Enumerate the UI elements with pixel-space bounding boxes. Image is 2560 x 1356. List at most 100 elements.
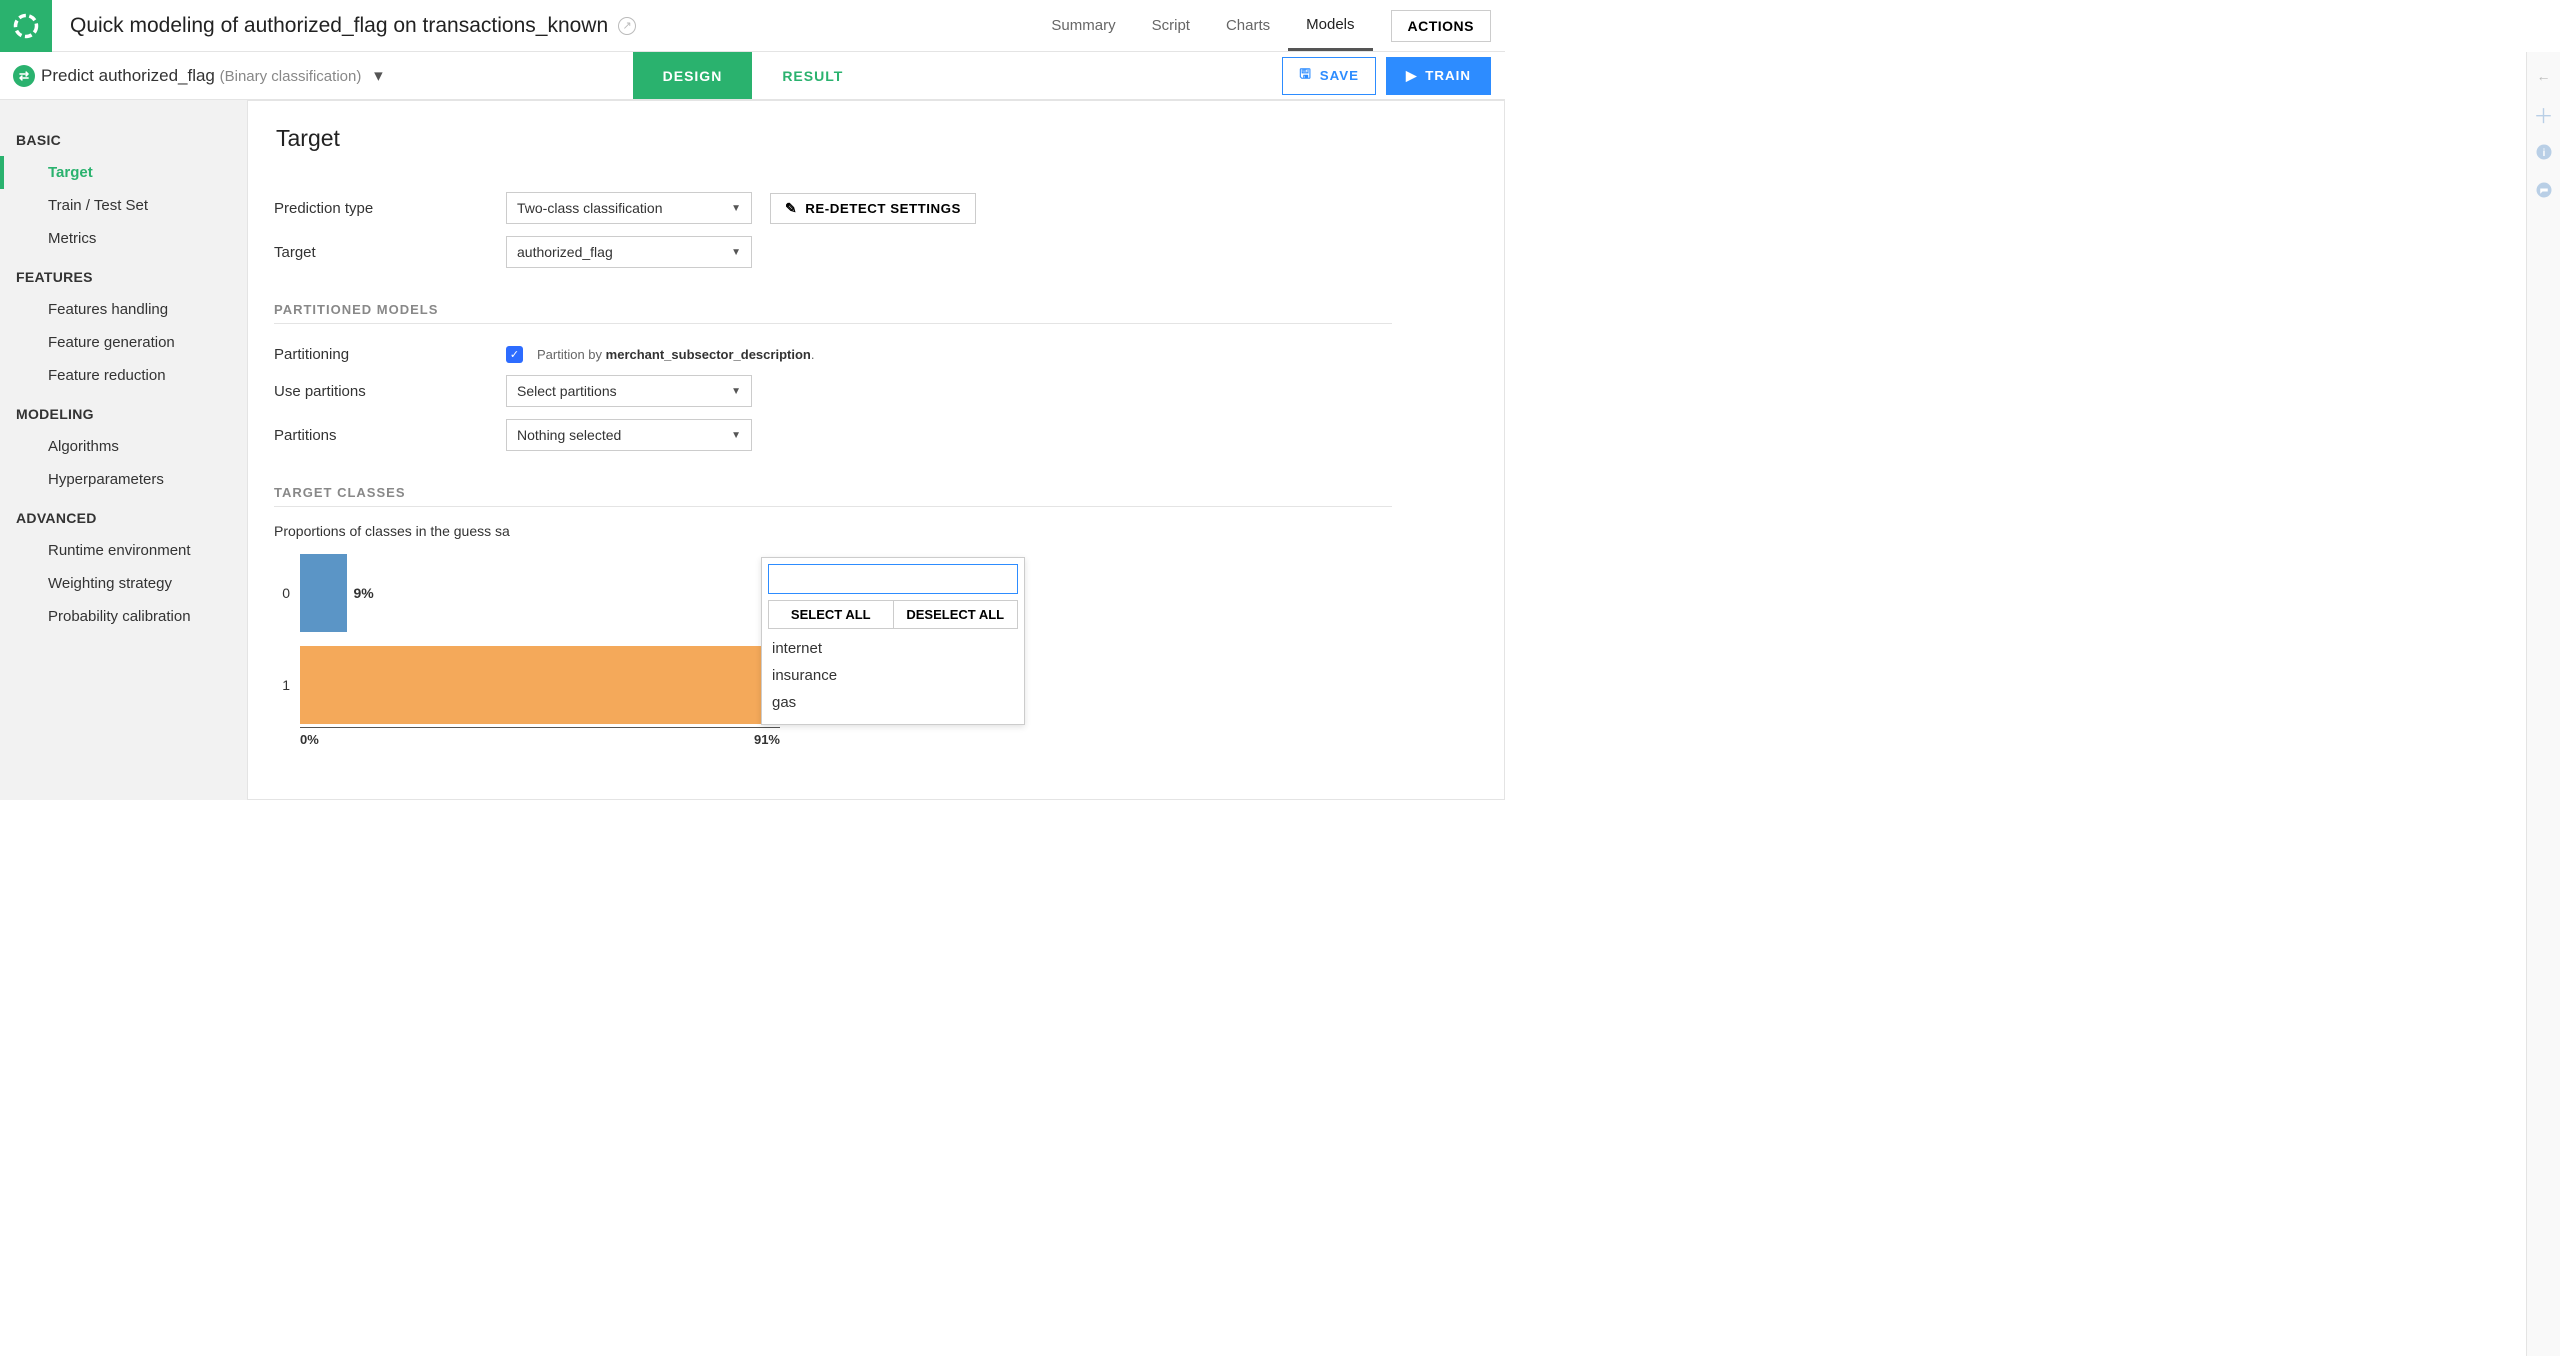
chart-bar-0 [300,554,347,632]
sidebar-item-features-handling[interactable]: Features handling [0,293,247,326]
sidebar-item-probability-calibration[interactable]: Probability calibration [0,600,247,633]
train-label: TRAIN [1425,68,1471,83]
page-title: Quick modeling of authorized_flag on tra… [70,14,636,38]
tab-charts[interactable]: Charts [1208,0,1288,51]
redetect-label: RE-DETECT SETTINGS [805,201,961,216]
select-use-partitions-value: Select partitions [517,383,617,399]
row-partitioning: Partitioning ✓ Partition by merchant_sub… [274,340,1392,369]
magic-wand-icon: ✎ [785,200,797,217]
partitions-dropdown-panel: SELECT ALL DESELECT ALL internet insuran… [761,557,1025,725]
chart-x-axis: 0% 91% [300,727,780,747]
partitions-dropdown-list: internet insurance gas [768,629,1018,716]
select-target-value: authorized_flag [517,244,613,260]
sidebar-item-target[interactable]: Target [0,156,247,189]
rail-add-icon[interactable]: ＋ [2534,104,2554,124]
sidebar-item-feature-generation[interactable]: Feature generation [0,326,247,359]
main-area: BASIC Target Train / Test Set Metrics FE… [0,100,1505,800]
sidebar-item-metrics[interactable]: Metrics [0,222,247,255]
select-partitions-value: Nothing selected [517,427,621,443]
app-logo[interactable] [0,0,52,52]
chart-bar-row-0: 0 9% [280,551,790,635]
partitions-dropdown-search[interactable] [768,564,1018,594]
sidebar-item-runtime-env[interactable]: Runtime environment [0,534,247,567]
subtab-result[interactable]: RESULT [752,52,873,99]
caret-down-icon: ▼ [731,430,741,441]
sidebar-item-hyperparameters[interactable]: Hyperparameters [0,463,247,496]
tab-models[interactable]: Models [1288,0,1372,51]
partition-option-internet[interactable]: internet [768,635,1018,662]
chart-x-tick-max: 91% [754,732,780,747]
rail-chat-icon[interactable] [2534,180,2554,200]
tab-summary[interactable]: Summary [1033,0,1133,51]
sub-bar: ⇄ Predict authorized_flag (Binary classi… [0,52,1505,100]
label-partitions: Partitions [274,427,506,444]
chart-x-tick-min: 0% [300,732,319,747]
label-use-partitions: Use partitions [274,383,506,400]
sidebar-item-algorithms[interactable]: Algorithms [0,430,247,463]
section-partitioned-models: PARTITIONED MODELS [274,302,1392,324]
svg-text:i: i [2542,148,2545,159]
sidebar-group-features: FEATURES [0,255,247,293]
select-prediction-type[interactable]: Two-class classification ▼ [506,192,752,224]
page-title-text: Quick modeling of authorized_flag on tra… [70,14,608,38]
row-partitions: Partitions Nothing selected ▼ [274,413,1392,457]
open-external-icon[interactable]: ↗ [618,17,636,35]
design-result-tabs: DESIGN RESULT [633,52,874,99]
content-panel: Target Prediction type Two-class classif… [247,100,1505,800]
subtab-design[interactable]: DESIGN [633,52,753,99]
redetect-settings-button[interactable]: ✎ RE-DETECT SETTINGS [770,193,976,224]
chevron-down-icon: ▾ [374,66,383,85]
partitioning-note: Partition by merchant_subsector_descript… [537,347,814,362]
sidebar-group-basic: BASIC [0,118,247,156]
content-title: Target [274,125,1392,152]
chart-y-label-1: 1 [280,677,300,693]
settings-sidebar: BASIC Target Train / Test Set Metrics FE… [0,100,247,800]
chart-y-label-0: 0 [280,585,300,601]
proportions-text: Proportions of classes in the guess sa [274,523,1392,539]
partition-option-gas[interactable]: gas [768,689,1018,716]
sidebar-item-train-test[interactable]: Train / Test Set [0,189,247,222]
chart-bar-0-value: 9% [353,585,373,601]
chart-bar-row-1: 1 91% [280,643,790,727]
actions-button[interactable]: ACTIONS [1391,10,1492,42]
partitioning-note-field: merchant_subsector_description [606,347,811,362]
label-partitioning: Partitioning [274,346,506,363]
chart-bar-1 [300,646,780,724]
save-button[interactable]: 🖫 SAVE [1282,57,1376,95]
rail-info-icon[interactable]: i [2534,142,2554,162]
predict-title-text: Predict authorized_flag [41,66,215,85]
partitioning-note-suffix: . [811,347,815,362]
save-label: SAVE [1320,68,1359,83]
dataiku-logo-icon [12,12,40,40]
predict-subtitle: (Binary classification) [220,68,362,85]
predict-title[interactable]: Predict authorized_flag (Binary classifi… [41,66,383,86]
rail-back-icon[interactable]: ← [2534,66,2554,86]
row-use-partitions: Use partitions Select partitions ▼ [274,369,1392,413]
top-tabs: Summary Script Charts Models ACTIONS [1033,0,1505,51]
partition-option-insurance[interactable]: insurance [768,662,1018,689]
select-target[interactable]: authorized_flag ▼ [506,236,752,268]
save-icon: 🖫 [1299,65,1311,87]
row-prediction-type: Prediction type Two-class classification… [274,186,1392,230]
caret-down-icon: ▼ [731,203,741,214]
caret-down-icon: ▼ [731,386,741,397]
checkbox-partitioning[interactable]: ✓ [506,346,523,363]
label-prediction-type: Prediction type [274,200,506,217]
label-target: Target [274,244,506,261]
select-all-button[interactable]: SELECT ALL [769,601,894,628]
play-icon: ▶ [1406,68,1417,84]
sidebar-group-modeling: MODELING [0,392,247,430]
select-partitions[interactable]: Nothing selected ▼ [506,419,752,451]
tab-script[interactable]: Script [1134,0,1208,51]
section-target-classes: TARGET CLASSES [274,485,1392,507]
sidebar-item-weighting[interactable]: Weighting strategy [0,567,247,600]
train-button[interactable]: ▶ TRAIN [1386,57,1491,95]
row-target: Target authorized_flag ▼ [274,230,1392,274]
partitioning-note-prefix: Partition by [537,347,606,362]
caret-down-icon: ▼ [731,247,741,258]
sidebar-item-feature-reduction[interactable]: Feature reduction [0,359,247,392]
class-proportions-chart: 0 9% 1 91% 0% 91% [280,551,790,747]
right-rail: ← ＋ i [2526,52,2560,1356]
deselect-all-button[interactable]: DESELECT ALL [894,601,1018,628]
select-use-partitions[interactable]: Select partitions ▼ [506,375,752,407]
